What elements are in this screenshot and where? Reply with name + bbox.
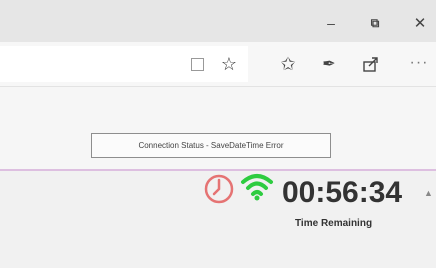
star-icon[interactable]: ☆ <box>218 53 240 75</box>
address-bar[interactable] <box>0 46 248 82</box>
pen-icon[interactable]: ✒ <box>318 53 340 75</box>
browser-toolbar: ☆ ✩ ✒ ··· <box>0 42 436 87</box>
time-remaining-label: Time Remaining <box>295 218 373 229</box>
restore-button[interactable]: ⧉ <box>360 13 390 33</box>
more-icon[interactable]: ··· <box>408 52 430 74</box>
time-remaining-value: 00:56:34 <box>282 176 403 209</box>
connection-status-tooltip: Connection Status - SaveDateTime Error <box>91 133 331 158</box>
title-bar: – ⧉ ✕ <box>0 0 436 42</box>
reading-view-icon[interactable] <box>186 53 208 75</box>
close-button[interactable]: ✕ <box>405 13 435 33</box>
minimize-button[interactable]: – <box>316 13 346 33</box>
clock-icon <box>204 174 234 204</box>
share-icon[interactable] <box>360 53 382 75</box>
scroll-up-icon[interactable]: ▲ <box>424 188 434 200</box>
wifi-icon <box>241 174 273 201</box>
favorites-icon[interactable]: ✩ <box>277 53 299 75</box>
